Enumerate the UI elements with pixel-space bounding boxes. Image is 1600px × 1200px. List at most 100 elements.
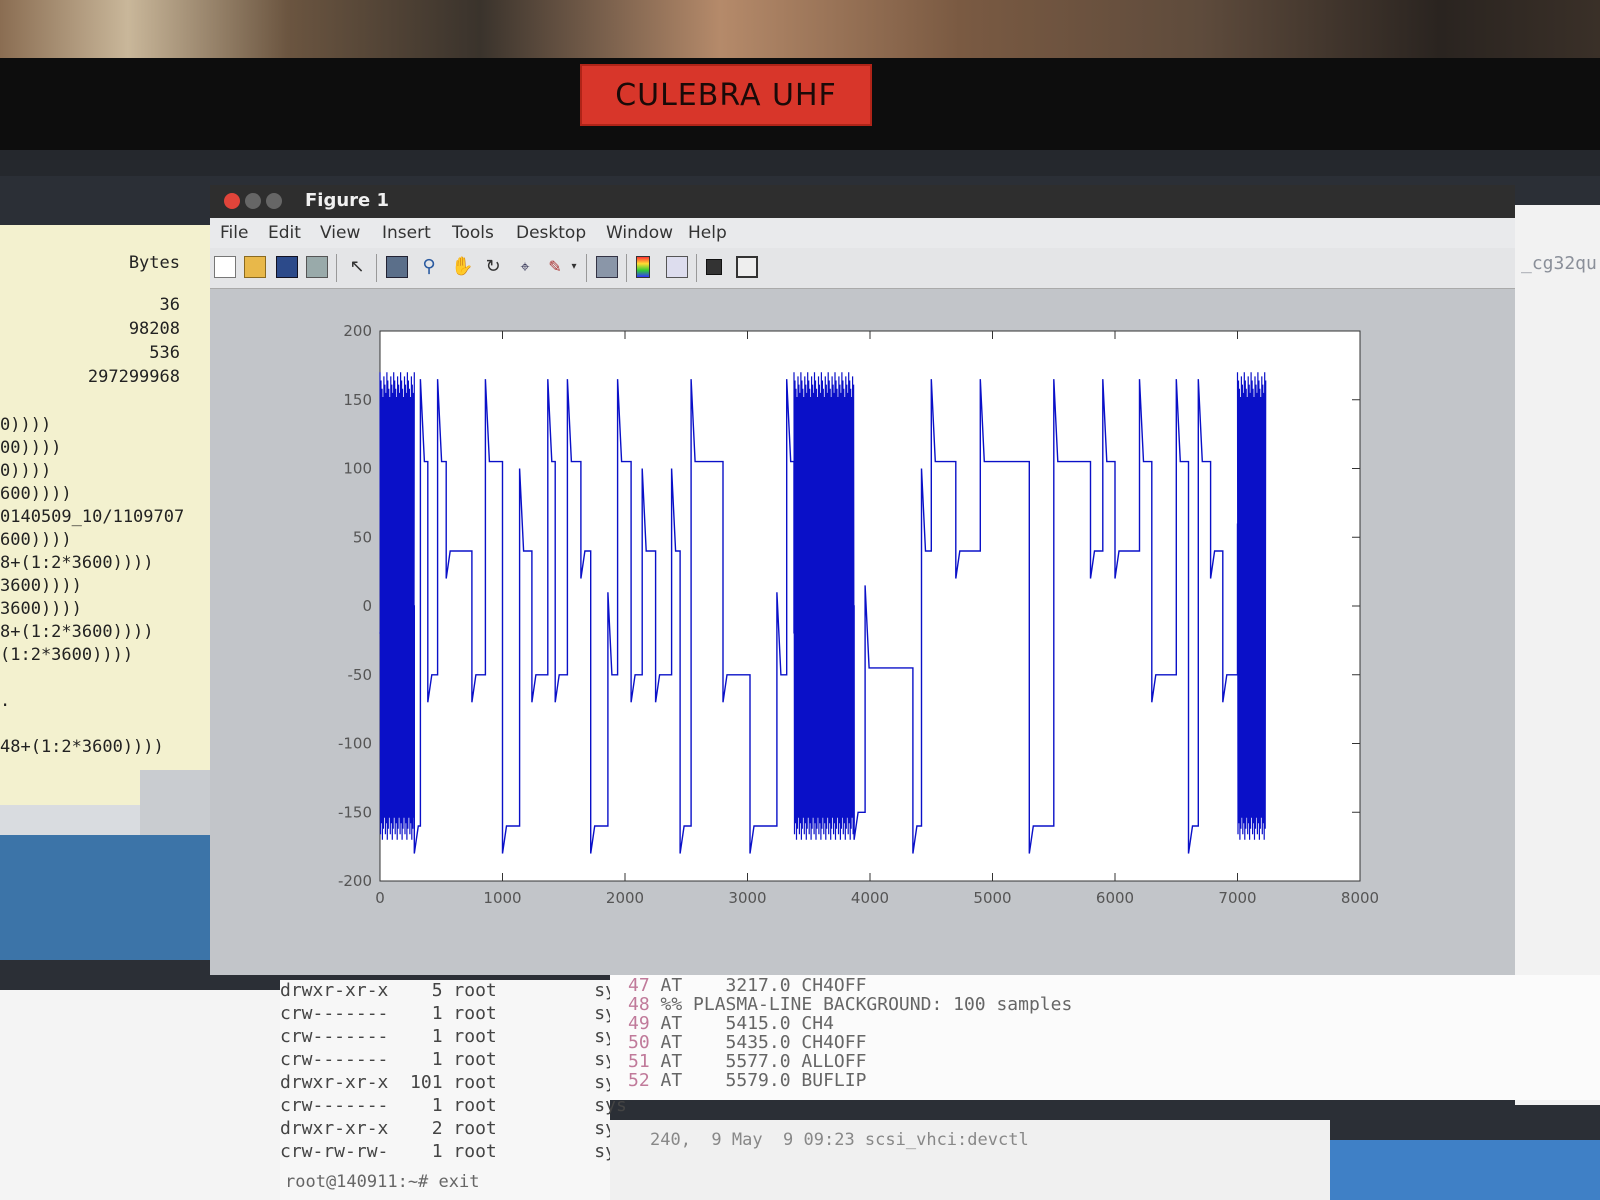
shell-prompt: root@140911:~# exit — [285, 1172, 480, 1192]
x-tick-label: 8000 — [1341, 889, 1379, 907]
toolbar-separator — [376, 254, 377, 282]
line-number: 47 — [628, 975, 661, 996]
show-plot-tools-icon[interactable] — [736, 256, 758, 278]
x-tick-label: 3000 — [728, 889, 766, 907]
signal-burst — [793, 372, 855, 840]
menu-view[interactable]: View — [320, 223, 360, 243]
code-line: 0140509_10/1109707 — [0, 507, 185, 527]
bytes-header: Bytes — [128, 253, 180, 273]
bytes-value: 297299968 — [87, 367, 180, 387]
code-line: 8+(1:2*3600)))) — [0, 553, 154, 573]
code-line: 0)))) — [0, 461, 52, 481]
save-icon[interactable] — [276, 256, 298, 278]
new-file-icon[interactable] — [214, 256, 236, 278]
y-tick-label: 50 — [353, 528, 372, 546]
menu-window[interactable]: Window — [606, 223, 673, 243]
code-line: 0)))) — [0, 415, 52, 435]
menu-insert[interactable]: Insert — [382, 223, 431, 243]
at-line: 50 AT 5435.0 CH4OFF — [628, 1032, 866, 1053]
code-line: (1:2*3600)))) — [0, 645, 134, 665]
y-tick-label: -150 — [338, 803, 372, 821]
dropdown-arrow-icon[interactable]: ▾ — [568, 256, 580, 278]
line-number: 52 — [628, 1070, 661, 1091]
data-cursor-icon[interactable]: ⌖ — [514, 256, 536, 278]
code-line: 8+(1:2*3600)))) — [0, 622, 154, 642]
ls-row: drwxr-xr-x 5 root sys — [280, 980, 627, 1001]
axes-box — [379, 330, 1361, 882]
pan-hand-icon[interactable]: ✋ — [450, 256, 473, 278]
culebra-uhf-label: CULEBRA UHF — [580, 64, 872, 126]
at-line: 47 AT 3217.0 CH4OFF — [628, 975, 866, 996]
maximize-window-icon[interactable] — [266, 193, 282, 209]
code-line: . — [0, 691, 11, 711]
code-line: 600)))) — [0, 530, 72, 550]
ls-listing-terminal: drwxr-xr-x 5 root sys crw------- 1 root s… — [280, 980, 627, 1200]
zoom-out-icon[interactable]: ⚲ — [418, 256, 440, 278]
menu-help[interactable]: Help — [688, 223, 727, 243]
ls-row: drwxr-xr-x 101 root sys — [280, 1072, 627, 1093]
x-tick-label: 4000 — [851, 889, 889, 907]
code-line: 600)))) — [0, 484, 72, 504]
ls-row: crw------- 1 root sys — [280, 1026, 627, 1047]
bottom-terminal-output: 240, 9 May 9 09:23 scsi_vhci:devctl — [610, 1120, 1330, 1200]
signal-burst — [1236, 372, 1267, 840]
code-line: 3600)))) — [0, 576, 82, 596]
right-background-window: _cg32qu — [1515, 205, 1600, 1105]
bytes-value: 98208 — [128, 319, 180, 339]
bytes-value: 536 — [149, 343, 180, 363]
legend-icon[interactable] — [666, 256, 688, 278]
menu-desktop[interactable]: Desktop — [516, 223, 586, 243]
colorbar-icon[interactable] — [636, 256, 650, 278]
device-listing-line: 240, 9 May 9 09:23 scsi_vhci:devctl — [650, 1130, 1029, 1150]
signal-burst — [379, 372, 415, 840]
ls-row: crw-rw-rw- 1 root sys — [280, 1141, 627, 1162]
x-tick-label: 6000 — [1096, 889, 1134, 907]
menu-file[interactable]: File — [220, 223, 248, 243]
at-line-text: AT 5435.0 CH4OFF — [660, 1032, 867, 1053]
at-line: 51 AT 5577.0 ALLOFF — [628, 1051, 866, 1072]
y-tick-label: -50 — [348, 666, 373, 684]
ls-row: crw------- 1 root sys — [280, 1049, 627, 1070]
y-tick-label: 0 — [362, 597, 372, 615]
brush-icon[interactable]: ✎ — [544, 256, 566, 278]
ls-row: crw------- 1 root sys — [280, 1095, 627, 1116]
minimize-window-icon[interactable] — [245, 193, 261, 209]
close-window-icon[interactable] — [224, 193, 240, 209]
y-tick-label: -100 — [338, 735, 372, 753]
x-tick-label: 7000 — [1218, 889, 1256, 907]
x-tick-label: 5000 — [973, 889, 1011, 907]
desktop-blue-area — [0, 835, 222, 960]
rotate-icon[interactable]: ↻ — [482, 256, 504, 278]
ls-row: crw------- 1 root sys — [280, 1003, 627, 1024]
code-line: 00)))) — [0, 438, 62, 458]
menu-edit[interactable]: Edit — [268, 223, 301, 243]
at-line-text: AT 5415.0 CH4 — [660, 1013, 834, 1034]
zoom-in-icon[interactable] — [386, 256, 408, 278]
room-background — [0, 0, 1600, 60]
at-line-text: AT 5579.0 BUFLIP — [660, 1070, 867, 1091]
line-number: 51 — [628, 1051, 661, 1072]
code-line: 3600)))) — [0, 599, 82, 619]
toolbar-separator — [626, 254, 627, 282]
figure-window[interactable]: Figure 1 File Edit View Insert Tools Des… — [210, 185, 1515, 975]
left-terminal: Bytes 36 98208 536 297299968 0)))) 00)))… — [0, 225, 218, 805]
menu-tools[interactable]: Tools — [452, 223, 494, 243]
code-line: 48+(1:2*3600)))) — [0, 737, 164, 757]
bytes-value: 36 — [159, 295, 180, 315]
y-tick-label: 100 — [343, 460, 372, 478]
at-line: 52 AT 5579.0 BUFLIP — [628, 1070, 866, 1091]
print-icon[interactable] — [306, 256, 328, 278]
plot-area: 0 1000 2000 3000 4000 5000 6000 7000 8000 -200 -15… — [210, 289, 1515, 975]
x-tick-label: 0 — [375, 889, 385, 907]
hide-plot-tools-icon[interactable] — [706, 259, 722, 275]
pointer-icon[interactable]: ↖ — [346, 256, 368, 278]
line-number: 50 — [628, 1032, 661, 1053]
x-tick-label: 1000 — [483, 889, 521, 907]
link-plot-icon[interactable] — [596, 256, 618, 278]
y-tick-label: -200 — [338, 872, 372, 890]
at-line-text: AT 3217.0 CH4OFF — [660, 975, 867, 996]
desktop-blue-corner — [1330, 1140, 1600, 1200]
signal-chart[interactable]: 0 1000 2000 3000 4000 5000 6000 7000 8000-200-15… — [210, 289, 1515, 975]
figure-titlebar[interactable]: Figure 1 — [210, 185, 1515, 218]
open-folder-icon[interactable] — [244, 256, 266, 278]
